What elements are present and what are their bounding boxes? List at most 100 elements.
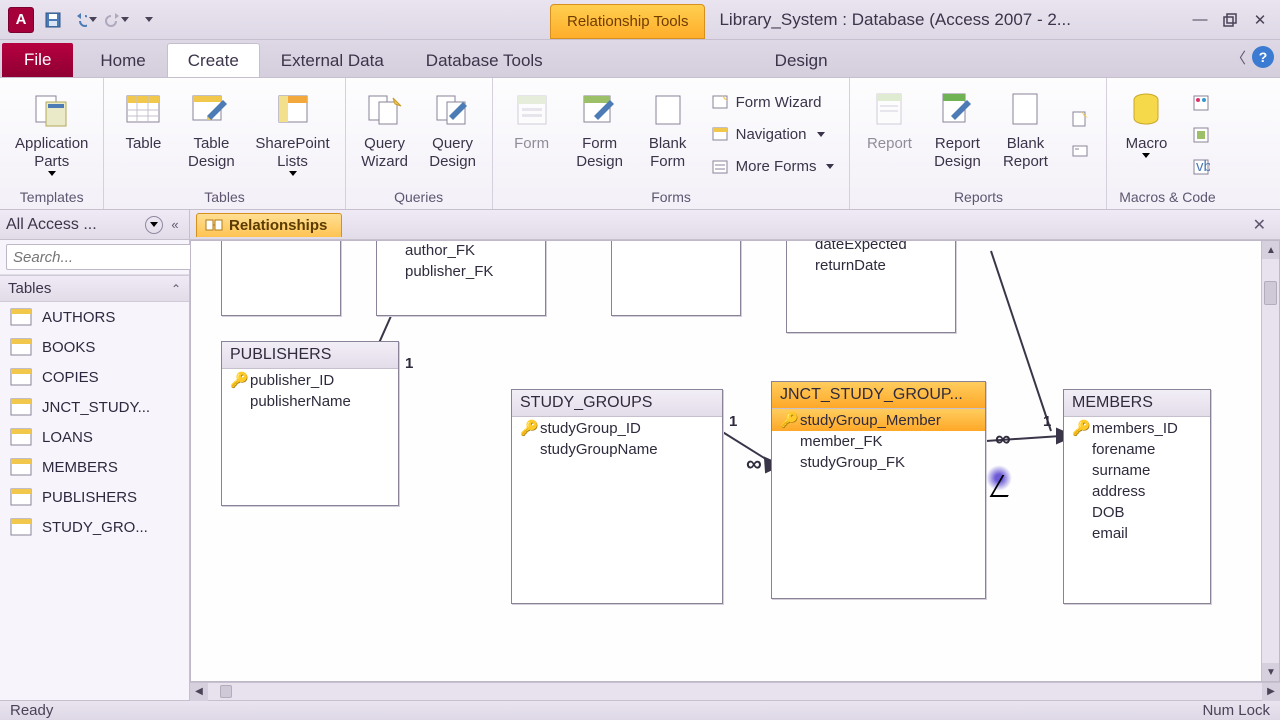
ribbon: Application Parts Templates Table Table … (0, 78, 1280, 210)
navigation-header[interactable]: All Access ... « (0, 210, 189, 240)
table-object-icon (10, 368, 32, 386)
search-input[interactable] (6, 244, 221, 270)
group-macros-code: Macro vb Macros & Code (1107, 78, 1227, 209)
table-row[interactable]: JNCT_STUDY... (0, 392, 189, 422)
table-row[interactable]: MEMBERS (0, 452, 189, 482)
scroll-left-icon[interactable]: ◀ (190, 683, 208, 701)
svg-text:vb: vb (1196, 158, 1210, 175)
qat-customize-icon[interactable] (136, 7, 162, 33)
group-queries-label: Queries (394, 187, 443, 207)
module-icon (1192, 94, 1210, 112)
mouse-cursor (986, 465, 1012, 491)
workspace: All Access ... « Tables⌃ AUTHORS BOOKS C… (0, 210, 1280, 700)
blank-report-button[interactable]: Blank Report (994, 82, 1056, 187)
table-design-icon (190, 89, 232, 131)
status-bar: Ready Num Lock (0, 700, 1280, 720)
key-icon: 🔑 (1072, 419, 1086, 437)
diagram-table-partial-left[interactable] (221, 240, 341, 316)
diagram-table-loans-partial[interactable]: dateExpected returnDate (786, 240, 956, 333)
window-title: Library_System : Database (Access 2007 -… (705, 0, 1180, 39)
table-row[interactable]: BOOKS (0, 332, 189, 362)
status-text: Ready (10, 702, 53, 719)
application-parts-button[interactable]: Application Parts (8, 82, 95, 187)
table-object-icon (10, 428, 32, 446)
more-forms-button[interactable]: More Forms (707, 155, 840, 179)
scroll-up-icon[interactable]: ▲ (1262, 241, 1280, 259)
sharepoint-lists-button[interactable]: SharePoint Lists (248, 82, 336, 187)
tab-database-tools[interactable]: Database Tools (405, 43, 564, 77)
table-row[interactable]: COPIES (0, 362, 189, 392)
horizontal-scrollbar[interactable]: ◀ ▶ (190, 682, 1280, 700)
query-wizard-button[interactable]: Query Wizard (354, 82, 416, 187)
restore-icon[interactable] (1216, 8, 1244, 32)
diagram-table-partial-mid[interactable] (611, 240, 741, 316)
diagram-table-jnct-study-group[interactable]: JNCT_STUDY_GROUP... 🔑studyGroup_Member m… (771, 381, 986, 599)
collapse-ribbon-icon[interactable]: 〈 (1231, 47, 1246, 68)
navigation-icon (712, 125, 730, 143)
blank-form-button[interactable]: Blank Form (637, 82, 699, 187)
macro-icon (1125, 89, 1167, 131)
form-wizard-button[interactable]: Form Wizard (707, 90, 840, 114)
query-design-button[interactable]: Query Design (422, 82, 484, 187)
diagram-table-books-partial[interactable]: author_FK publisher_FK (376, 240, 546, 316)
group-tables-label: Tables (204, 187, 244, 207)
group-reports: Report Report Design Blank Report Report… (850, 78, 1107, 209)
form-icon (511, 89, 553, 131)
scroll-down-icon[interactable]: ▼ (1262, 663, 1280, 681)
close-document-icon[interactable]: ✕ (1247, 213, 1272, 237)
contextual-tab-label: Relationship Tools (550, 4, 705, 39)
group-forms-label: Forms (651, 187, 691, 207)
group-reports-label: Reports (954, 187, 1003, 207)
tables-group-header[interactable]: Tables⌃ (0, 275, 189, 302)
table-row[interactable]: LOANS (0, 422, 189, 452)
class-module-button[interactable] (1187, 123, 1215, 147)
visual-basic-button[interactable]: vb (1187, 155, 1215, 179)
scroll-thumb[interactable] (1264, 281, 1277, 305)
group-templates-label: Templates (20, 187, 84, 207)
close-icon[interactable]: ✕ (1246, 8, 1274, 32)
table-object-icon (10, 518, 32, 536)
table-button[interactable]: Table (112, 82, 174, 187)
tab-design[interactable]: Design (754, 43, 849, 77)
nav-filter-icon[interactable] (145, 216, 163, 234)
report-button[interactable]: Report (858, 82, 920, 187)
scroll-right-icon[interactable]: ▶ (1262, 683, 1280, 701)
report-design-button[interactable]: Report Design (926, 82, 988, 187)
collapse-icon: ⌃ (171, 282, 181, 296)
relationships-canvas[interactable]: author_FK publisher_FK dateExpected retu… (190, 240, 1280, 682)
tab-home[interactable]: Home (79, 43, 166, 77)
table-row[interactable]: AUTHORS (0, 302, 189, 332)
form-design-button[interactable]: Form Design (569, 82, 631, 187)
minimize-icon[interactable]: — (1186, 8, 1214, 32)
table-row[interactable]: STUDY_GRO... (0, 512, 189, 542)
redo-icon[interactable] (104, 7, 130, 33)
tab-create[interactable]: Create (167, 43, 260, 77)
shutter-bar-icon[interactable]: « (167, 217, 183, 232)
key-icon: 🔑 (520, 419, 534, 437)
labels-button[interactable] (1066, 139, 1094, 163)
tab-external-data[interactable]: External Data (260, 43, 405, 77)
table-object-icon (10, 458, 32, 476)
table-design-button[interactable]: Table Design (180, 82, 242, 187)
tab-file[interactable]: File (2, 43, 73, 77)
module-button[interactable] (1187, 91, 1215, 115)
report-wizard-button[interactable] (1066, 107, 1094, 131)
macro-button[interactable]: Macro (1115, 82, 1177, 187)
table-row[interactable]: PUBLISHERS (0, 482, 189, 512)
form-button[interactable]: Form (501, 82, 563, 187)
help-icon[interactable]: ? (1252, 46, 1274, 68)
cardinality-many: ∞ (746, 451, 762, 477)
save-icon[interactable] (40, 7, 66, 33)
diagram-table-members[interactable]: MEMBERS 🔑members_ID forename surname add… (1063, 389, 1211, 604)
title-bar: A Relationship Tools Library_System : Da… (0, 0, 1280, 40)
navigation-button[interactable]: Navigation (707, 122, 840, 146)
cardinality-one: 1 (405, 355, 413, 372)
scroll-thumb-h[interactable] (220, 685, 232, 698)
diagram-table-publishers[interactable]: PUBLISHERS 🔑publisher_ID publisherName (221, 341, 399, 506)
vertical-scrollbar[interactable]: ▲ ▼ (1261, 241, 1279, 681)
num-lock-indicator: Num Lock (1202, 702, 1270, 719)
diagram-table-study-groups[interactable]: STUDY_GROUPS 🔑studyGroup_ID studyGroupNa… (511, 389, 723, 604)
access-app-icon[interactable]: A (8, 7, 34, 33)
relationships-tab[interactable]: Relationships (196, 213, 342, 237)
undo-icon[interactable] (72, 7, 98, 33)
